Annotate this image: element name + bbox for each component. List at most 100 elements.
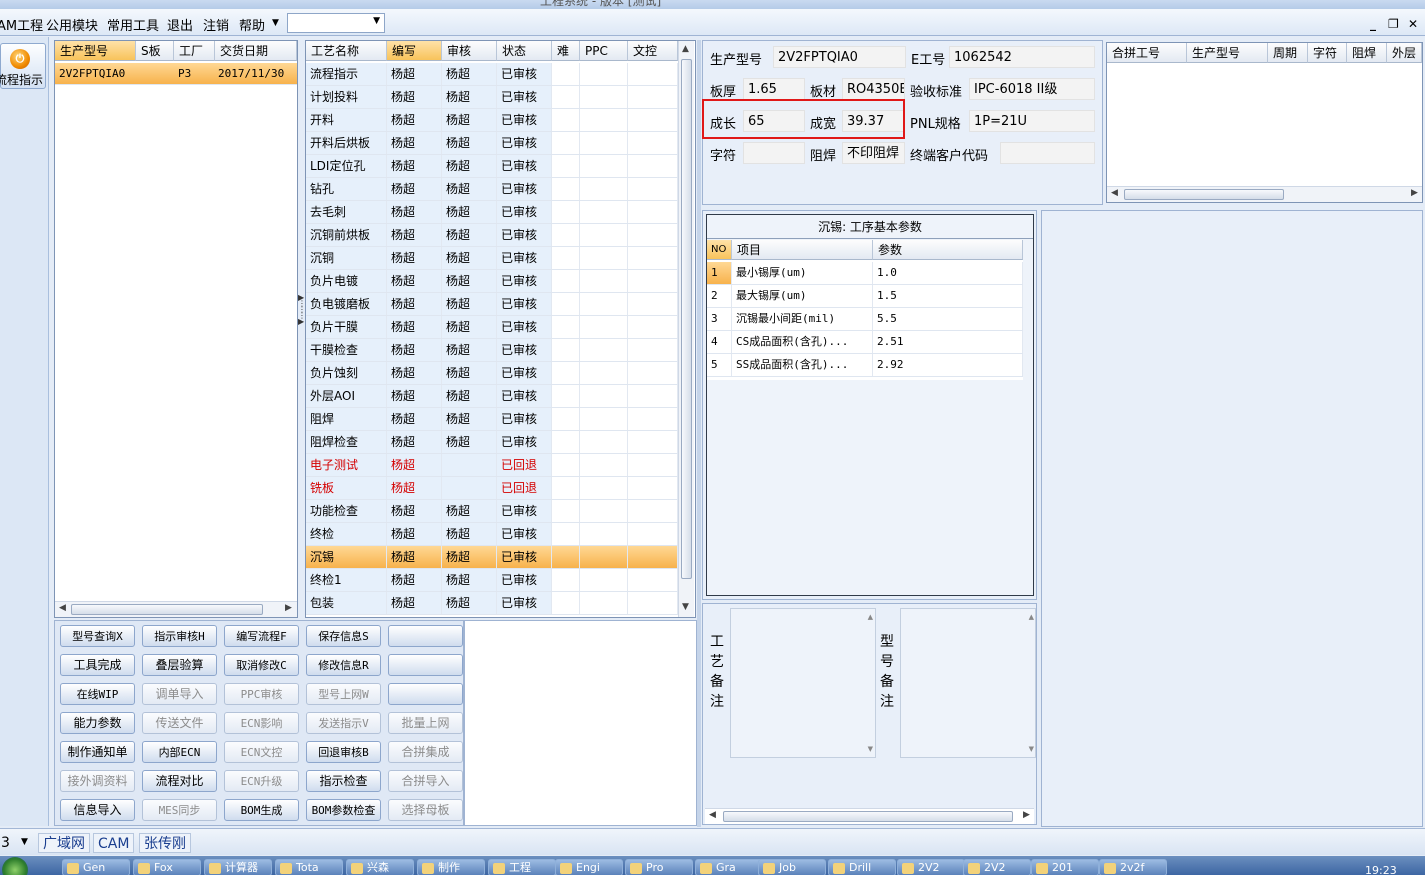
col-difficulty[interactable]: 难 [552, 41, 580, 61]
process-row[interactable]: 流程指示 杨超 杨超 已审核 [306, 63, 678, 86]
action-button[interactable]: 接外调资料 [60, 770, 135, 792]
action-button[interactable]: BOM参数检查 [306, 799, 381, 821]
memo-down-icon[interactable]: ▼ [868, 745, 873, 753]
col-merge-char[interactable]: 字符 [1308, 43, 1347, 63]
col-s-board[interactable]: S板 [136, 41, 174, 61]
param-row[interactable]: 2 最大锡厚(um) 1.5 [707, 285, 1023, 308]
process-row[interactable]: 沉铜 杨超 杨超 已审核 [306, 247, 678, 270]
action-button[interactable]: 内部ECN [142, 741, 217, 763]
scroll-down-icon[interactable]: ▼ [682, 602, 689, 612]
col-delivery-date[interactable]: 交货日期 [215, 41, 297, 61]
merge-hscrollbar[interactable]: ◀ ▶ [1107, 186, 1422, 202]
taskbar-item[interactable]: 制作 [417, 859, 485, 875]
action-button[interactable]: 能力参数 [60, 712, 135, 734]
action-button[interactable]: ECN升级 [224, 770, 299, 792]
action-button[interactable] [388, 654, 463, 676]
process-row[interactable]: 终检 杨超 杨超 已审核 [306, 523, 678, 546]
process-row[interactable]: 开料后烘板 杨超 杨超 已审核 [306, 132, 678, 155]
action-button[interactable]: 指示审核H [142, 625, 217, 647]
col-merge-outer[interactable]: 外层 [1387, 43, 1422, 63]
col-factory[interactable]: 工厂 [174, 41, 215, 61]
taskbar-item[interactable]: Engi [555, 859, 623, 875]
action-button[interactable]: 取消修改C [224, 654, 299, 676]
scroll-thumb[interactable] [681, 59, 692, 579]
col-item[interactable]: 项目 [732, 240, 873, 260]
col-doc-control[interactable]: 文控 [628, 41, 678, 61]
scroll-right-icon[interactable]: ▶ [1411, 188, 1418, 198]
process-row[interactable]: 阻焊 杨超 杨超 已审核 [306, 408, 678, 431]
taskbar-item[interactable]: Job [758, 859, 826, 875]
menu-cam[interactable]: AM工程 [0, 15, 43, 34]
taskbar-item[interactable]: 计算器 [204, 859, 272, 875]
action-button[interactable]: 工具完成 [60, 654, 135, 676]
menu-exit[interactable]: 退出 [167, 15, 193, 34]
mask-field[interactable]: 不印阻焊 [842, 142, 905, 164]
action-button[interactable]: 制作通知单 [60, 741, 135, 763]
process-remark-memo[interactable]: ▲ ▼ [730, 608, 876, 758]
action-button[interactable]: 型号查询X [60, 625, 135, 647]
flow-instruction-button[interactable]: ⏻ 流程指示 [0, 43, 46, 89]
col-reviewer[interactable]: 审核 [442, 41, 497, 61]
action-button[interactable]: 编写流程F [224, 625, 299, 647]
action-button[interactable]: 叠层验算 [142, 654, 217, 676]
start-icon[interactable] [2, 857, 28, 875]
process-row[interactable]: 去毛刺 杨超 杨超 已审核 [306, 201, 678, 224]
taskbar-item[interactable]: Gra [695, 859, 763, 875]
action-button[interactable]: 在线WIP [60, 683, 135, 705]
part-list-hscrollbar[interactable]: ◀ ▶ [55, 601, 297, 617]
menu-tools[interactable]: 常用工具 [107, 15, 159, 34]
accept-field[interactable]: IPC-6018 II级 [969, 78, 1095, 100]
taskbar-item[interactable]: Pro [625, 859, 693, 875]
action-button[interactable]: 型号上网W [306, 683, 381, 705]
taskbar-item[interactable]: 2V2 [963, 859, 1031, 875]
part-row[interactable]: 2V2FPTQIA0 P3 2017/11/30 [55, 63, 297, 85]
client-field[interactable] [1000, 142, 1095, 164]
action-button[interactable]: MES同步 [142, 799, 217, 821]
action-button[interactable]: 保存信息S [306, 625, 381, 647]
action-button[interactable]: ECN文控 [224, 741, 299, 763]
menu-combo-box[interactable]: ▼ [287, 13, 385, 33]
param-row[interactable]: 4 CS成品面积(含孔)... 2.51 [707, 331, 1023, 354]
scroll-thumb[interactable] [1124, 189, 1284, 200]
action-button[interactable]: 批量上网 [388, 712, 463, 734]
process-row[interactable]: 铣板 杨超 已回退 [306, 477, 678, 500]
action-button[interactable]: 流程对比 [142, 770, 217, 792]
process-row[interactable]: 包装 杨超 杨超 已审核 [306, 592, 678, 615]
scroll-right-icon[interactable]: ▶ [1023, 810, 1030, 820]
process-row[interactable]: 沉铜前烘板 杨超 杨超 已审核 [306, 224, 678, 247]
taskbar-item[interactable]: Gen [62, 859, 130, 875]
col-ppc[interactable]: PPC [580, 41, 628, 61]
remarks-hscrollbar[interactable]: ◀ ▶ [705, 808, 1034, 824]
action-button[interactable]: BOM生成 [224, 799, 299, 821]
col-merge-period[interactable]: 周期 [1268, 43, 1308, 63]
action-button[interactable] [388, 683, 463, 705]
menu-logout[interactable]: 注销 [203, 15, 229, 34]
process-row[interactable]: LDI定位孔 杨超 杨超 已审核 [306, 155, 678, 178]
taskbar-item[interactable]: 201 [1031, 859, 1099, 875]
process-row[interactable]: 钻孔 杨超 杨超 已审核 [306, 178, 678, 201]
process-row[interactable]: 电子测试 杨超 已回退 [306, 454, 678, 477]
param-row[interactable]: 3 沉锡最小间距(mil) 5.5 [707, 308, 1023, 331]
action-button[interactable]: 选择母板 [388, 799, 463, 821]
scroll-thumb[interactable] [71, 604, 263, 615]
action-button[interactable]: 信息导入 [60, 799, 135, 821]
menu-help[interactable]: 帮助 [239, 15, 265, 34]
param-row[interactable]: 1 最小锡厚(um) 1.0 [707, 262, 1023, 285]
help-dropdown-icon[interactable]: ▼ [272, 18, 279, 28]
col-status[interactable]: 状态 [497, 41, 552, 61]
vertical-splitter[interactable] [697, 40, 701, 827]
taskbar-item[interactable]: Drill [828, 859, 896, 875]
process-vscrollbar[interactable]: ▲ ▼ [678, 41, 694, 617]
model-remark-memo[interactable]: ▲ ▼ [900, 608, 1036, 758]
action-button[interactable]: 合拼集成 [388, 741, 463, 763]
scroll-left-icon[interactable]: ◀ [709, 810, 716, 820]
menu-public-modules[interactable]: 公用模块 [46, 15, 98, 34]
col-merge-no[interactable]: 合拼工号 [1107, 43, 1187, 63]
scroll-left-icon[interactable]: ◀ [1111, 188, 1118, 198]
status-dropdown-icon[interactable]: ▼ [21, 837, 28, 847]
taskbar-item[interactable]: 兴森 [346, 859, 414, 875]
taskbar-item[interactable]: 2V2 [897, 859, 965, 875]
scroll-left-icon[interactable]: ◀ [59, 603, 66, 613]
char-field[interactable] [743, 142, 805, 164]
col-model[interactable]: 生产型号 [55, 41, 136, 61]
